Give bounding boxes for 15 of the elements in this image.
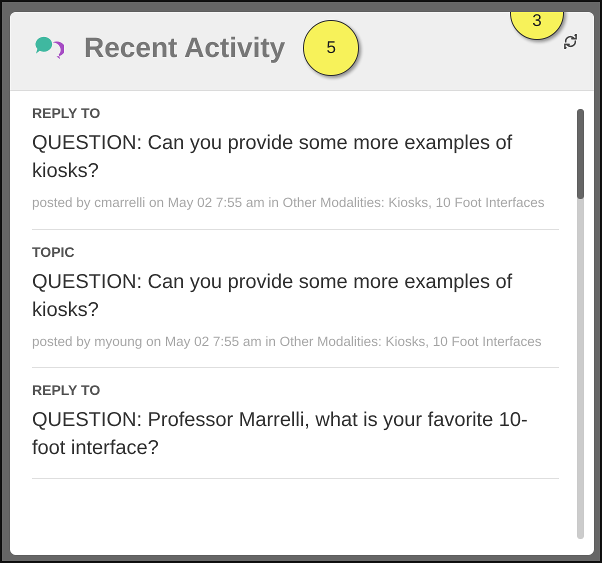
callout-badge: 3 [510,12,564,40]
activity-type-label: REPLY TO [32,382,102,398]
scrollbar-thumb[interactable] [577,109,584,199]
activity-title-link[interactable]: QUESTION: Can you provide some more examples of kiosks? [32,129,559,185]
activity-meta: posted by cmarrelli on May 02 7:55 am in Other Modalities: Kiosks, 10 Foot Interfaces [32,194,546,212]
activity-title-link[interactable]: QUESTION: Professor Marrelli, what is your favorite 10-foot interface? [32,406,559,462]
activity-title-link[interactable]: QUESTION: Can you provide some more examples of kiosks? [32,268,559,324]
panel-title: Recent Activity [84,32,286,64]
refresh-icon[interactable] [563,34,578,48]
activity-type-label: REPLY TO [32,105,102,121]
activity-type-label: TOPIC [32,244,76,260]
chat-bubbles-icon [34,35,64,61]
activity-meta: posted by myoung on May 02 7:55 am in Other Modalities: Kiosks, 10 Foot Interfaces [32,332,543,351]
callout-badge: 5 [303,20,360,76]
scrollbar-track[interactable] [577,109,584,539]
